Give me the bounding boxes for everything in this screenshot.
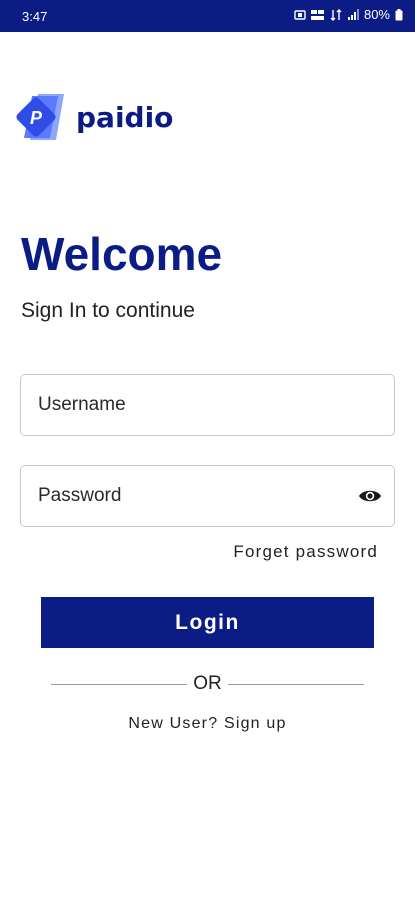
page-title: Welcome (21, 228, 223, 280)
battery-percentage: 80% (363, 7, 390, 22)
status-time: 3:47 (22, 9, 48, 24)
password-input[interactable] (38, 466, 358, 526)
notification-icon (294, 9, 306, 20)
forget-password-link[interactable]: Forget password (233, 542, 378, 562)
signal-icon (347, 8, 359, 20)
toggle-password-visibility-button[interactable] (358, 486, 382, 506)
page-subtitle: Sign In to continue (21, 299, 195, 322)
data-icon (330, 8, 342, 21)
status-icons: 80% (294, 7, 403, 22)
eye-icon (359, 490, 381, 502)
paidio-wordmark: paidio (76, 100, 174, 134)
battery-icon (395, 8, 403, 20)
status-bar: 3:47 80% (0, 0, 415, 32)
divider-line-right (228, 684, 364, 685)
paidio-logo: P paidio (12, 92, 173, 142)
paidio-logo-icon: P (12, 92, 72, 142)
signup-link[interactable]: New User? Sign up (0, 715, 415, 733)
username-input[interactable] (38, 375, 358, 435)
volte-icon (310, 9, 324, 20)
username-field-container (20, 374, 395, 436)
password-field-container (20, 465, 395, 527)
login-button[interactable]: Login (41, 597, 374, 648)
or-divider: OR (51, 673, 364, 697)
svg-text:P: P (30, 108, 43, 128)
